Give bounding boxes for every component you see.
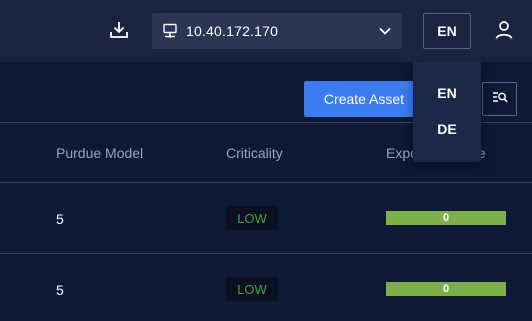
search-filter-button[interactable] xyxy=(482,82,517,116)
exposure-score-bar: 0 xyxy=(386,211,506,225)
header-divider xyxy=(0,182,532,183)
language-option-en[interactable]: EN xyxy=(413,80,481,106)
search-filter-icon xyxy=(492,90,508,109)
chevron-down-icon xyxy=(378,24,392,38)
language-dropdown-menu: EN DE xyxy=(413,62,481,162)
exposure-score-bar: 0 xyxy=(386,282,506,296)
purdue-model-cell: 5 xyxy=(56,211,64,227)
column-header-criticality[interactable]: Criticality xyxy=(226,145,283,161)
top-bar: 10.40.172.170 EN xyxy=(0,0,532,62)
purdue-model-cell: 5 xyxy=(56,282,64,298)
server-ip-value: 10.40.172.170 xyxy=(186,23,279,39)
criticality-badge: LOW xyxy=(226,277,278,301)
row-divider xyxy=(0,253,532,254)
create-asset-button[interactable]: Create Asset xyxy=(304,81,424,117)
column-header-purdue-model[interactable]: Purdue Model xyxy=(56,145,143,161)
criticality-badge: LOW xyxy=(226,206,278,230)
language-button[interactable]: EN xyxy=(423,13,471,49)
server-select[interactable]: 10.40.172.170 xyxy=(152,13,402,49)
language-option-de[interactable]: DE xyxy=(413,116,481,142)
download-icon xyxy=(109,20,129,45)
user-icon xyxy=(494,20,514,45)
server-icon xyxy=(162,22,180,40)
user-button[interactable] xyxy=(491,19,517,45)
download-button[interactable] xyxy=(106,19,132,45)
